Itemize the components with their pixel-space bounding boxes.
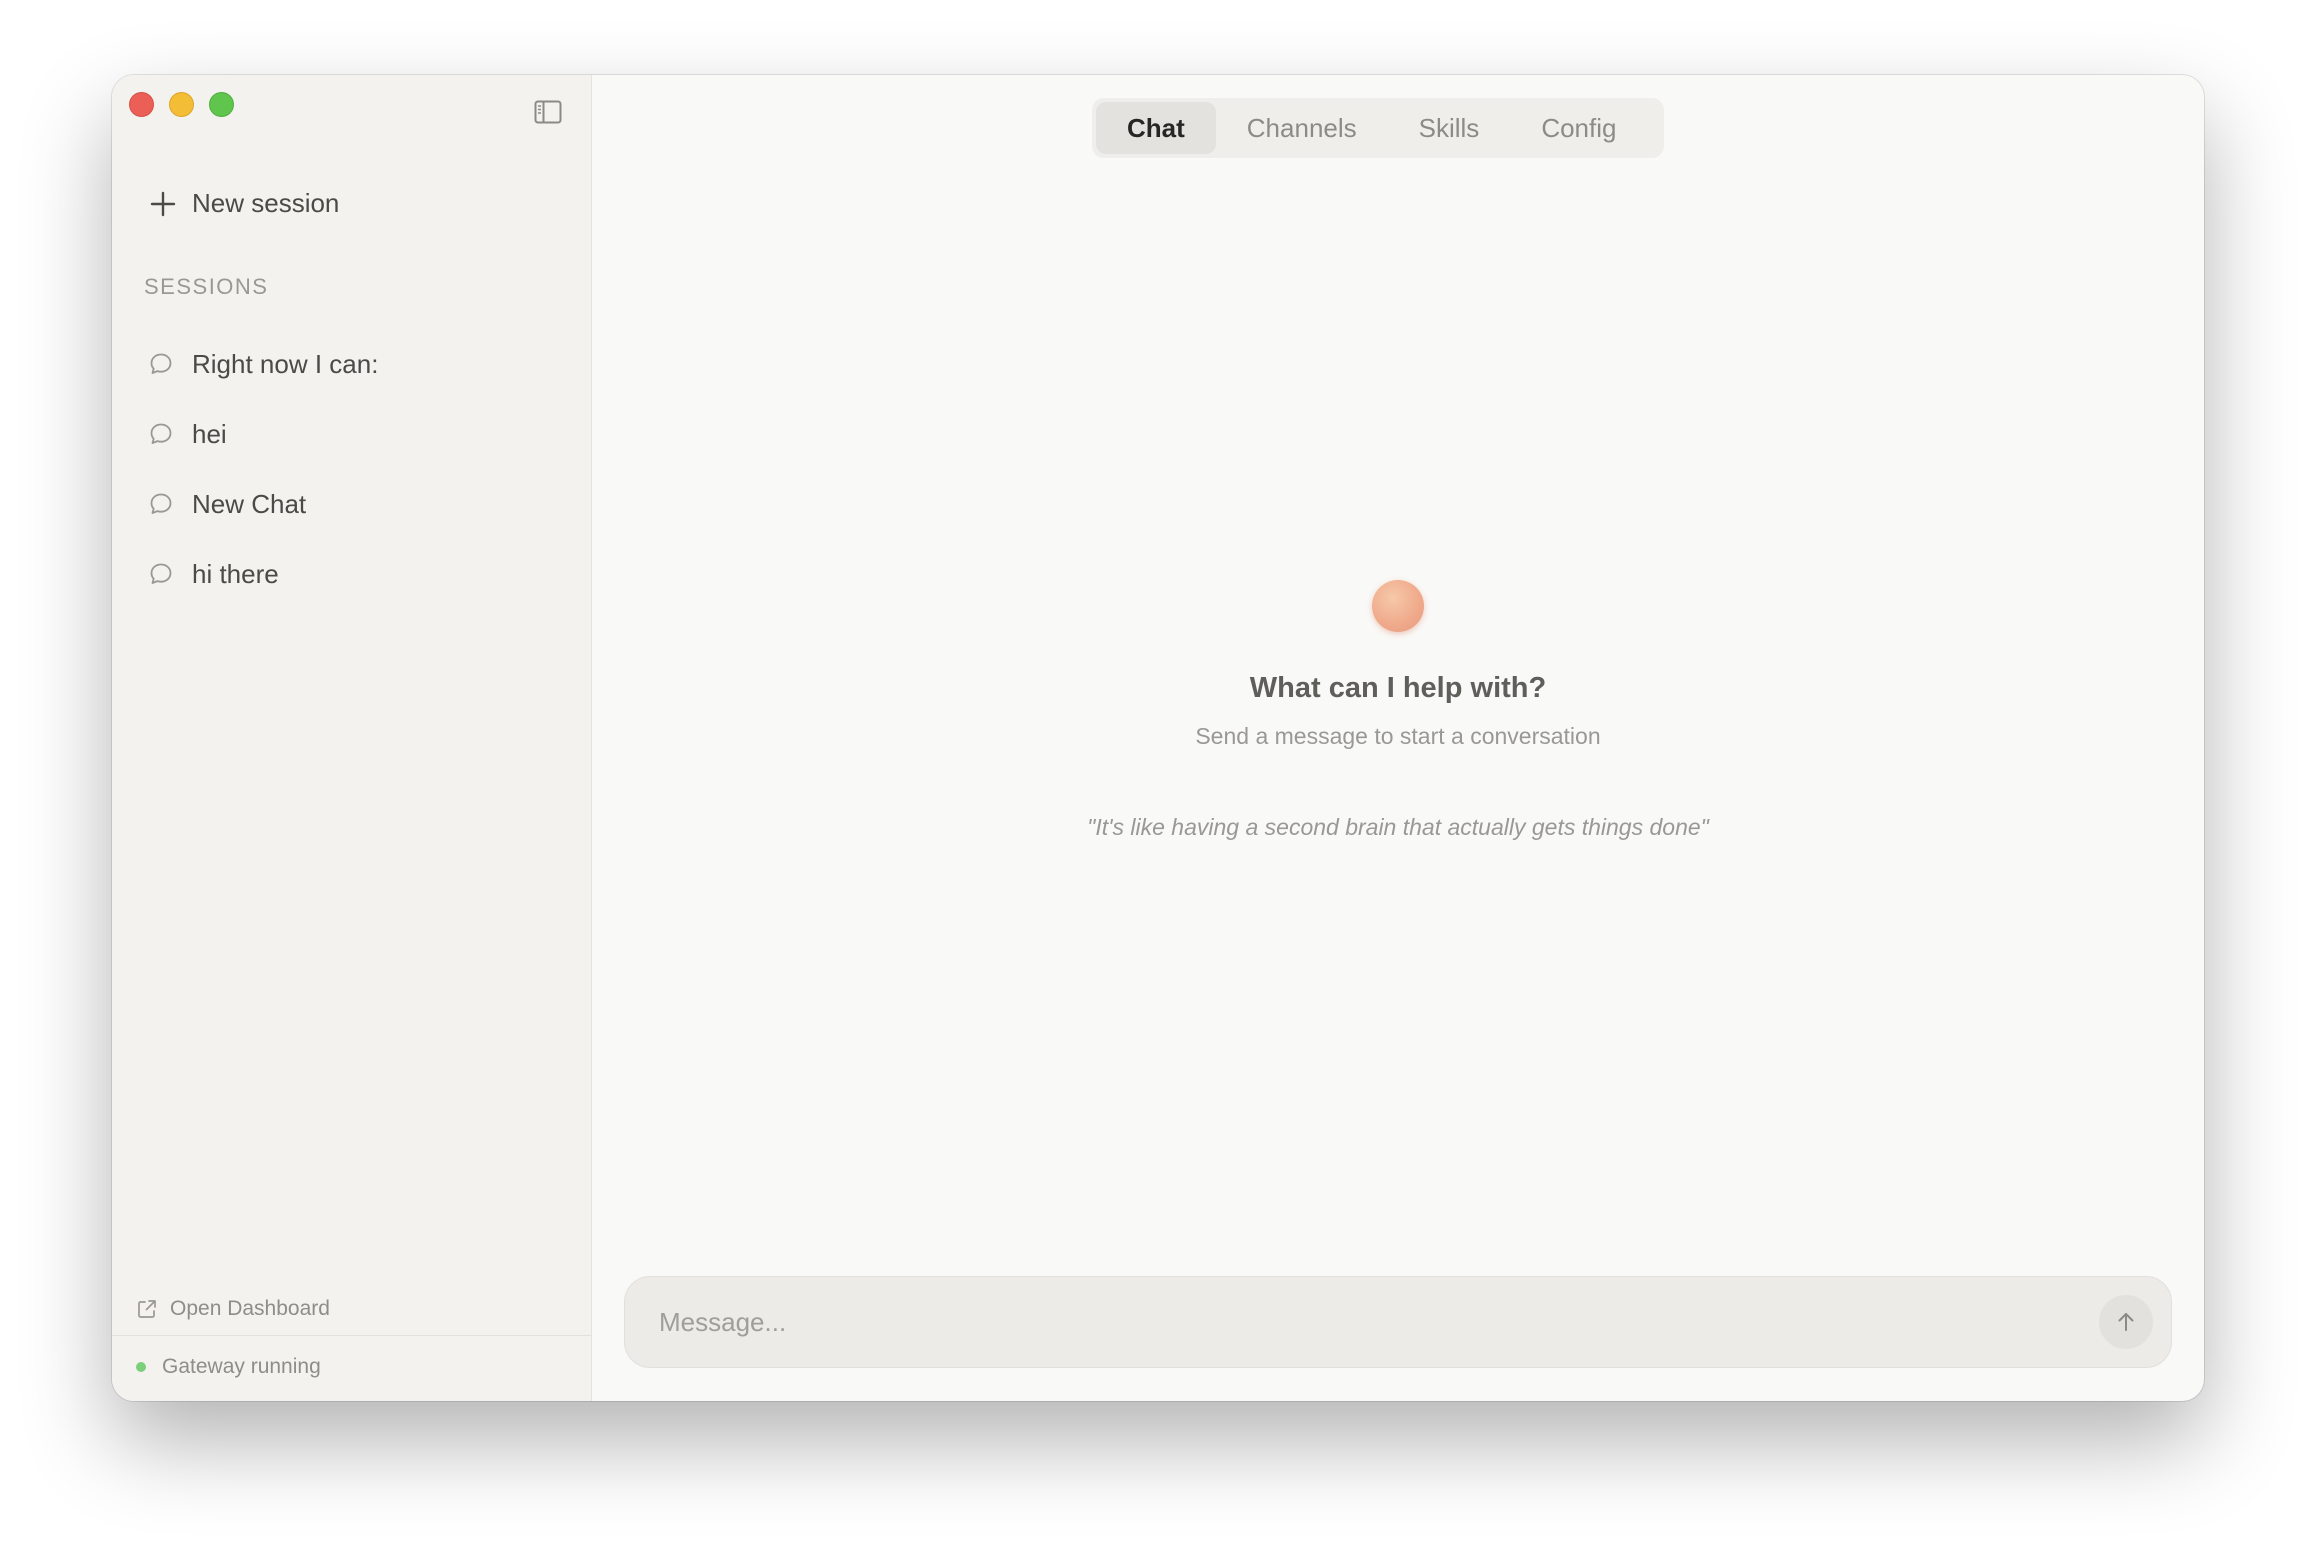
plus-icon (150, 191, 176, 216)
session-title: Right now I can: (192, 348, 379, 379)
tab-channels[interactable]: Channels (1216, 102, 1388, 154)
empty-state: What can I help with? Send a message to … (592, 580, 2204, 841)
tab-bar: Chat Channels Skills Config (1092, 98, 1664, 158)
send-button[interactable] (2099, 1295, 2153, 1349)
external-link-icon (138, 1300, 156, 1318)
session-item[interactable]: hei (148, 399, 575, 469)
message-composer (624, 1276, 2172, 1368)
status-dot-icon (136, 1362, 146, 1372)
session-list: Right now I can: hei New Chat hi there (148, 329, 575, 609)
sidebar-toggle-icon[interactable] (534, 100, 562, 124)
new-session-button[interactable]: New session (150, 188, 339, 219)
gateway-status: Gateway running (136, 1355, 321, 1379)
session-item[interactable]: hi there (148, 539, 575, 609)
chat-bubble-icon (150, 353, 172, 374)
open-dashboard-link[interactable]: Open Dashboard (136, 1297, 330, 1321)
app-window: New session SESSIONS Right now I can: he… (112, 75, 2204, 1401)
empty-state-title: What can I help with? (1249, 672, 1547, 704)
open-dashboard-label: Open Dashboard (170, 1297, 330, 1320)
session-title: hei (192, 418, 227, 449)
session-item[interactable]: New Chat (148, 469, 575, 539)
tab-chat[interactable]: Chat (1096, 102, 1216, 154)
window-controls (129, 92, 234, 117)
assistant-orb-icon (1372, 580, 1424, 632)
session-item[interactable]: Right now I can: (148, 329, 575, 399)
minimize-window-button[interactable] (169, 92, 194, 117)
sidebar-divider (112, 1335, 591, 1336)
session-title: New Chat (192, 488, 307, 519)
chat-bubble-icon (150, 493, 172, 514)
gateway-status-label: Gateway running (162, 1355, 321, 1378)
session-title: hi there (192, 558, 279, 589)
close-window-button[interactable] (129, 92, 154, 117)
sidebar: New session SESSIONS Right now I can: he… (112, 75, 592, 1401)
empty-state-quote: "It's like having a second brain that ac… (1087, 814, 1709, 840)
arrow-up-icon (2118, 1313, 2134, 1331)
chat-bubble-icon (150, 423, 172, 444)
new-session-label: New session (192, 188, 340, 218)
maximize-window-button[interactable] (209, 92, 234, 117)
tab-skills[interactable]: Skills (1388, 102, 1511, 154)
empty-state-subtitle: Send a message to start a conversation (1195, 723, 1601, 749)
chat-bubble-icon (150, 563, 172, 584)
message-input[interactable] (657, 1305, 2099, 1339)
tab-config[interactable]: Config (1510, 102, 1647, 154)
main-panel: Chat Channels Skills Config What can I h… (592, 75, 2204, 1401)
sessions-heading: SESSIONS (144, 274, 269, 299)
